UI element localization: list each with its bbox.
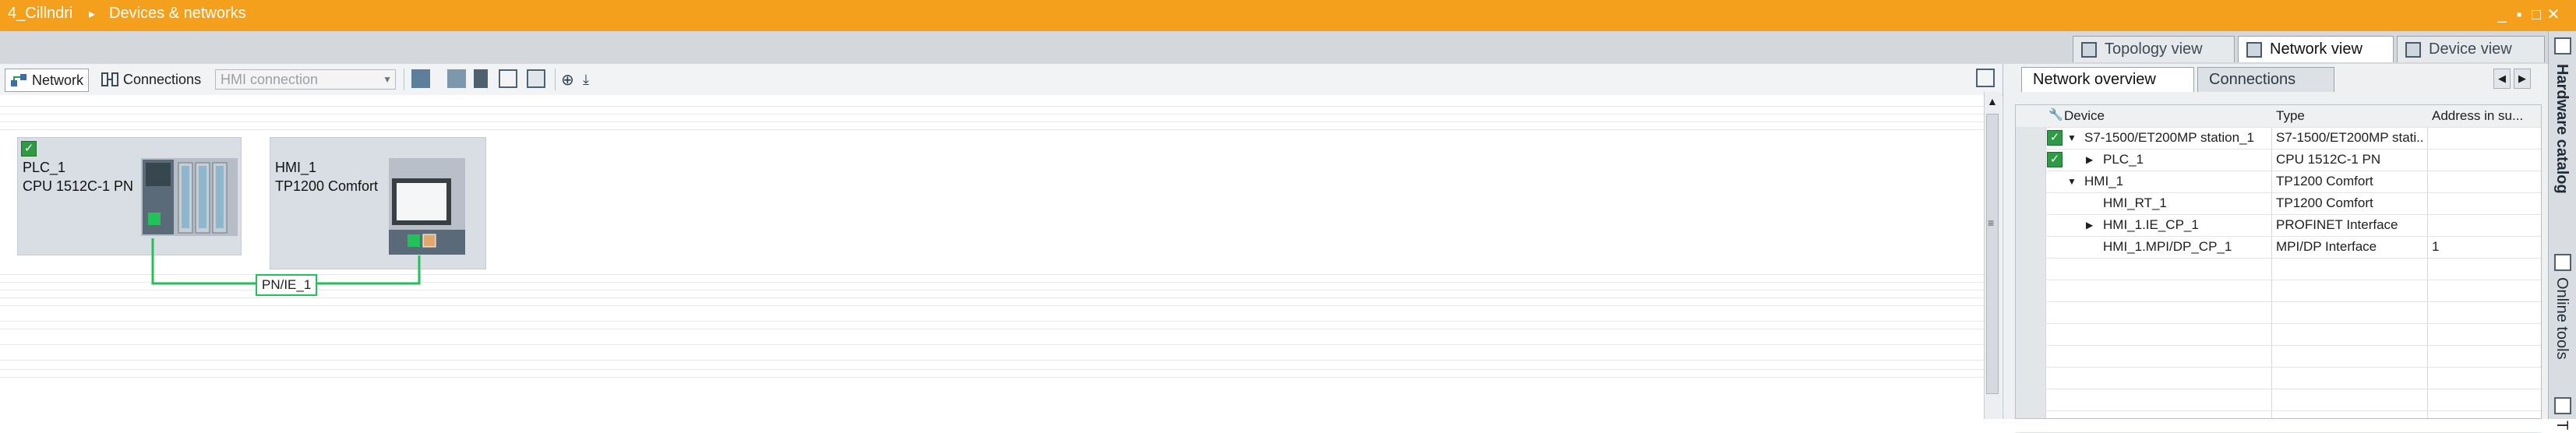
side-tab-online-tools[interactable]: Online tools [2553,277,2571,360]
filter-icon[interactable]: 🔧 [2048,107,2063,121]
tab-label: Topology view [2105,40,2203,58]
device-cell: HMI_1.IE_CP_1 [2103,217,2199,232]
checkmark-icon[interactable]: ✓ [2047,130,2063,146]
grip-icon: ≡ [1988,216,1995,229]
table-row[interactable] [2016,323,2541,346]
side-task-cards: Hardware catalog Online tools T [2548,31,2576,430]
side-tab-hardware-catalog[interactable]: Hardware catalog [2553,64,2571,194]
close-button[interactable]: ✕ [2545,5,2562,25]
table-row[interactable] [2016,410,2541,433]
hardware-catalog-icon[interactable] [2554,37,2571,55]
grid-line [0,369,1984,370]
minimize-button[interactable]: _ [2493,5,2511,25]
tab-network-view[interactable]: Network view [2238,36,2394,62]
collapse-icon[interactable]: ▼ [2067,176,2077,187]
device-cell: HMI_1.MPI/DP_CP_1 [2103,239,2232,254]
tile-button[interactable]: ▪ [2511,5,2528,25]
table-row[interactable] [2016,280,2541,302]
table-row[interactable] [2016,367,2541,389]
table-row[interactable]: HMI_1.MPI/DP_CP_1 MPI/DP Interface 1 [2016,236,2541,259]
table-row[interactable] [2016,301,2541,324]
maximize-button[interactable]: □ [2528,5,2545,25]
project-name[interactable]: 4_Cillndri [8,5,72,23]
zoom-icon[interactable]: ⊕ [561,69,574,90]
device-cell: S7-1500/ET200MP station_1 [2084,130,2254,145]
online-tools-icon[interactable] [2554,254,2571,271]
topology-view-icon [2081,41,2097,58]
tab-label: Device view [2429,40,2512,58]
table-row[interactable]: ▶ HMI_1.IE_CP_1 PROFINET Interface [2016,214,2541,237]
connections-icon [101,72,118,86]
device-cell: HMI_1 [2084,174,2124,188]
subnet-label[interactable]: PN/IE_1 [256,274,318,296]
tab-topology-view[interactable]: Topology view [2073,36,2235,62]
canvas-scrollbar[interactable]: ▲ ≡ [1984,92,2002,419]
grid-line [0,321,1984,322]
device-cell: HMI_RT_1 [2103,195,2167,210]
column-header-type[interactable]: Type [2276,108,2305,124]
checkmark-icon[interactable]: ✓ [2047,152,2063,167]
collapse-icon[interactable]: ▼ [2067,132,2077,143]
table-row[interactable]: ▼ HMI_1 TP1200 Comfort [2016,171,2541,193]
scroll-up-icon[interactable]: ▲ [1987,95,1998,107]
type-cell: CPU 1512C-1 PN [2276,152,2381,167]
tab-device-view[interactable]: Device view [2397,36,2545,62]
show-interface-icon[interactable] [447,69,466,88]
network-label: Network [32,72,84,88]
table-row[interactable] [2016,389,2541,411]
column-header-address[interactable]: Address in su... [2432,108,2523,124]
section-name: Devices & networks [109,5,246,22]
side-tab-tasks[interactable]: T [2553,421,2571,430]
type-cell: TP1200 Comfort [2276,174,2373,188]
connection-type-value: HMI connection [221,71,319,87]
grid-line [0,305,1984,306]
tab-label: Network view [2270,40,2363,58]
network-icon [11,74,26,86]
table-row[interactable]: HMI_RT_1 TP1200 Comfort [2016,192,2541,215]
tab-connections[interactable]: Connections [2197,67,2334,92]
tab-scroll-left-icon[interactable]: ◀ [2493,69,2511,89]
connections-label: Connections [123,71,202,87]
network-canvas[interactable]: ✓ PLC_1 CPU 1512C-1 PN HMI_1 TP1200 Comf… [0,95,1984,419]
address-cell: 1 [2432,239,2440,254]
device-view-icon [2405,41,2421,58]
network-mode-button[interactable]: Network [5,69,90,92]
tab-network-overview[interactable]: Network overview [2021,67,2194,92]
grid-line [0,360,1984,361]
device-cell: PLC_1 [2103,152,2144,167]
column-header-device[interactable]: Device [2064,108,2105,124]
table-row[interactable] [2016,258,2541,280]
grid-line [0,377,1984,378]
grid-view-icon[interactable] [499,69,517,88]
type-cell: PROFINET Interface [2276,217,2398,232]
breadcrumb-separator-icon: ▸ [89,8,96,21]
tab-scroll-right-icon[interactable]: ▶ [2514,69,2531,89]
scrollbar-thumb[interactable] [1986,114,1999,394]
profinet-line[interactable] [0,95,545,297]
table-row[interactable]: ✓ ▶ PLC_1 CPU 1512C-1 PN [2016,149,2541,171]
expand-icon[interactable]: ▶ [2086,220,2093,231]
network-view-icon [2246,41,2262,58]
table-row[interactable] [2016,345,2541,368]
page-break-icon[interactable] [474,69,488,88]
tasks-icon[interactable] [2554,397,2571,414]
grid-line [0,297,1984,298]
table-row[interactable]: ✓ ▼ S7-1500/ET200MP station_1 S7-1500/ET200… [2016,127,2541,150]
download-icon[interactable]: ⤓ [583,69,589,90]
type-cell: TP1200 Comfort [2276,195,2373,210]
overview-table: 🔧 Device Type Address in su... ✓ ▼ S7-1500… [2015,104,2542,433]
table-layout-icon[interactable] [527,69,545,88]
type-cell: S7-1500/ET200MP stati... [2276,130,2424,145]
chevron-down-icon: ▼ [383,74,392,85]
type-cell: MPI/DP Interface [2276,239,2377,254]
overview-toggle-icon[interactable] [1976,69,1995,87]
toolbar-separator [555,69,556,90]
address-overview-icon[interactable] [411,69,430,88]
title-bar: 4_Cillndri ▸ Devices & networks _ ▪ □ ✕ [0,0,2576,31]
connections-mode-button[interactable]: Connections [101,69,201,90]
connection-type-dropdown[interactable]: HMI connection ▼ [215,69,396,90]
expand-icon[interactable]: ▶ [2086,154,2093,165]
table-header: 🔧 Device Type Address in su... [2016,105,2541,128]
grid-line [0,344,1984,345]
